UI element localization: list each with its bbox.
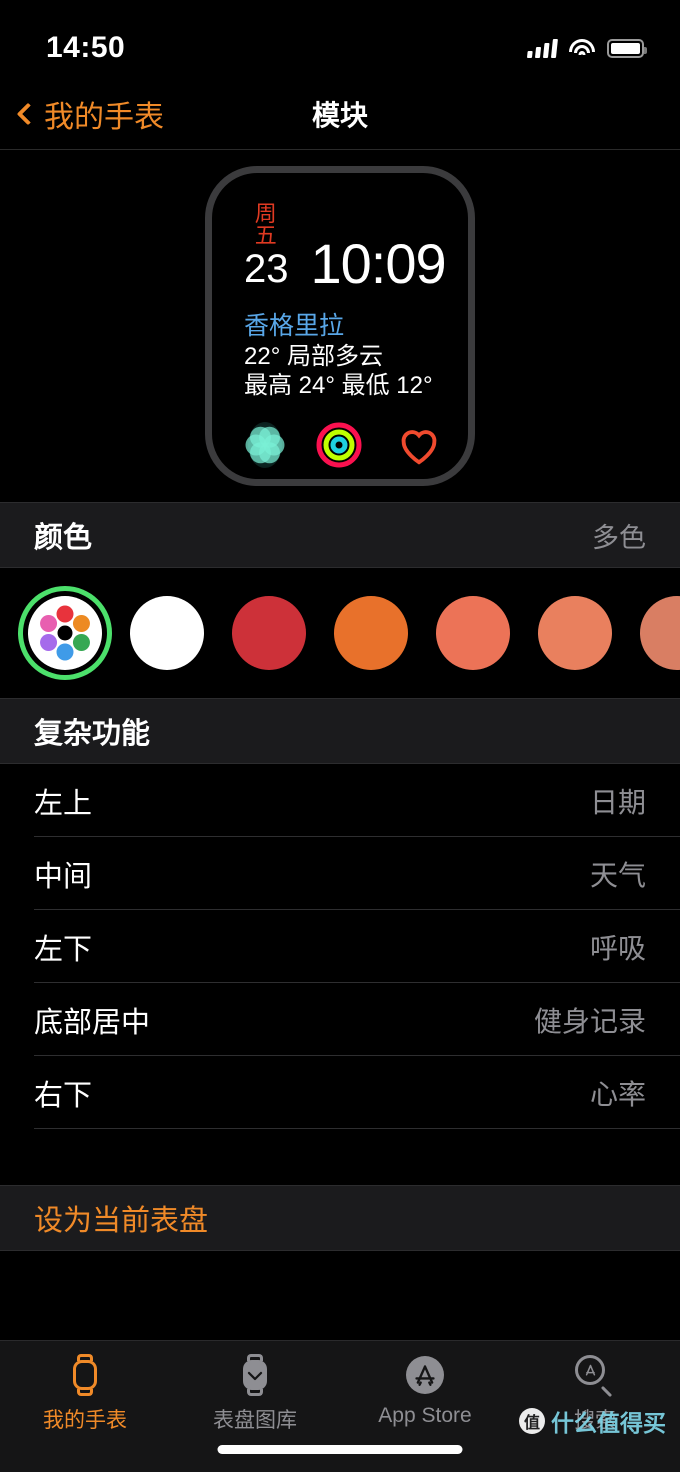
- color-swatch-dusty-coral[interactable]: [640, 596, 680, 670]
- complication-row-value: 呼吸: [589, 932, 646, 964]
- multicolor-center: [57, 625, 73, 641]
- phone-screen: 14:50 我的手表 模块 周五 23 10:09 香格里拉 22° 局部多云 …: [0, 0, 680, 1472]
- color-swatch-coral[interactable]: [538, 596, 612, 670]
- complication-row[interactable]: 左上 日期: [0, 764, 680, 837]
- color-swatch-multicolor[interactable]: [28, 596, 102, 670]
- watch-face-complication-row: [238, 422, 442, 469]
- color-swatch-orange[interactable]: [334, 596, 408, 670]
- weather-condition-label: 22° 局部多云: [244, 342, 383, 370]
- tab-my-watch-label: 我的手表: [43, 1409, 127, 1432]
- color-section-value: 多色: [592, 522, 646, 553]
- complication-row-label: 右下: [34, 1079, 93, 1112]
- weather-high-low-label: 最高 24° 最低 12°: [244, 371, 433, 399]
- watch-face-gallery-icon: [240, 1354, 270, 1396]
- day-of-week-label: 周五: [254, 201, 278, 248]
- color-section-title: 颜色: [34, 522, 93, 554]
- complication-row[interactable]: 底部居中 健身记录: [0, 983, 680, 1056]
- weather-city-label: 香格里拉: [244, 312, 345, 340]
- status-bar-icons: [526, 38, 647, 58]
- complication-row-value: 健身记录: [533, 1005, 646, 1037]
- heart-icon: [396, 422, 442, 468]
- cellular-signal-icon: [526, 38, 558, 58]
- watch-icon: [70, 1354, 100, 1396]
- chevron-left-icon: [16, 102, 40, 125]
- watch-time-label: 10:09: [310, 231, 447, 295]
- complication-row-label: 左上: [34, 787, 93, 820]
- complication-section-title: 复杂功能: [34, 718, 151, 750]
- watermark-text: 什么值得买: [551, 1410, 666, 1436]
- date-complication: 周五 23: [244, 201, 289, 291]
- color-swatch-crimson[interactable]: [232, 596, 306, 670]
- app-store-icon: [406, 1356, 444, 1394]
- color-swatch-white[interactable]: [130, 596, 204, 670]
- breathe-petal: [259, 426, 280, 448]
- wifi-icon: [569, 38, 595, 58]
- complication-row[interactable]: 中间 天气: [0, 837, 680, 910]
- multicolor-dot: [56, 605, 74, 623]
- complication-row-label: 左下: [34, 933, 93, 966]
- color-section-header: 颜色 多色: [0, 502, 680, 568]
- breathe-icon: [245, 422, 285, 469]
- complication-row-label: 中间: [34, 860, 93, 893]
- watermark-badge: 值: [519, 1408, 545, 1434]
- search-icon: [575, 1355, 615, 1398]
- tab-app-store-label: App Store: [378, 1404, 472, 1427]
- back-button-label: 我的手表: [44, 100, 164, 134]
- complication-row[interactable]: 右下 心率: [0, 1056, 680, 1129]
- color-swatch-salmon[interactable]: [436, 596, 510, 670]
- status-bar: 14:50: [0, 0, 680, 78]
- complication-row-value: 天气: [589, 859, 646, 891]
- navigation-bar: 我的手表 模块: [0, 78, 680, 150]
- color-swatch-list[interactable]: [0, 568, 680, 698]
- multicolor-dot: [72, 634, 90, 651]
- tab-app-store[interactable]: App Store: [340, 1353, 510, 1428]
- watch-bezel: 周五 23 10:09 香格里拉 22° 局部多云 最高 24° 最低 12°: [205, 166, 475, 486]
- back-button[interactable]: 我的手表: [0, 92, 164, 136]
- watermark: 值 什么值得买: [519, 1404, 666, 1438]
- complication-row-list: 左上 日期中间 天气左下 呼吸底部居中 健身记录右下 心率: [0, 764, 680, 1129]
- complication-row-value: 日期: [589, 786, 646, 818]
- day-number-label: 23: [244, 247, 289, 291]
- weather-complication: 香格里拉 22° 局部多云 最高 24° 最低 12°: [238, 311, 442, 400]
- section-spacer: [0, 1129, 680, 1185]
- complication-row-value: 心率: [589, 1078, 646, 1110]
- multicolor-dot: [40, 634, 58, 651]
- tab-face-gallery[interactable]: 表盘图库: [170, 1353, 340, 1434]
- watch-face-preview[interactable]: 周五 23 10:09 香格里拉 22° 局部多云 最高 24° 最低 12°: [0, 150, 680, 502]
- set-as-current-face-label: 设为当前表盘: [34, 1205, 209, 1237]
- complication-row[interactable]: 左下 呼吸: [0, 910, 680, 983]
- status-bar-time: 14:50: [46, 31, 126, 64]
- multicolor-dot: [72, 615, 90, 632]
- complication-row-label: 底部居中: [34, 1006, 151, 1039]
- multicolor-dot: [40, 615, 58, 632]
- watch-face-top-row: 周五 23 10:09: [238, 201, 447, 292]
- complication-section-header: 复杂功能: [0, 698, 680, 764]
- battery-icon: [607, 38, 647, 58]
- tab-my-watch[interactable]: 我的手表: [0, 1353, 170, 1434]
- activity-rings-icon: [316, 422, 362, 468]
- tab-face-gallery-label: 表盘图库: [213, 1409, 297, 1432]
- multicolor-dot: [56, 643, 74, 661]
- set-as-current-face-button[interactable]: 设为当前表盘: [0, 1185, 680, 1251]
- home-indicator: [217, 1445, 463, 1454]
